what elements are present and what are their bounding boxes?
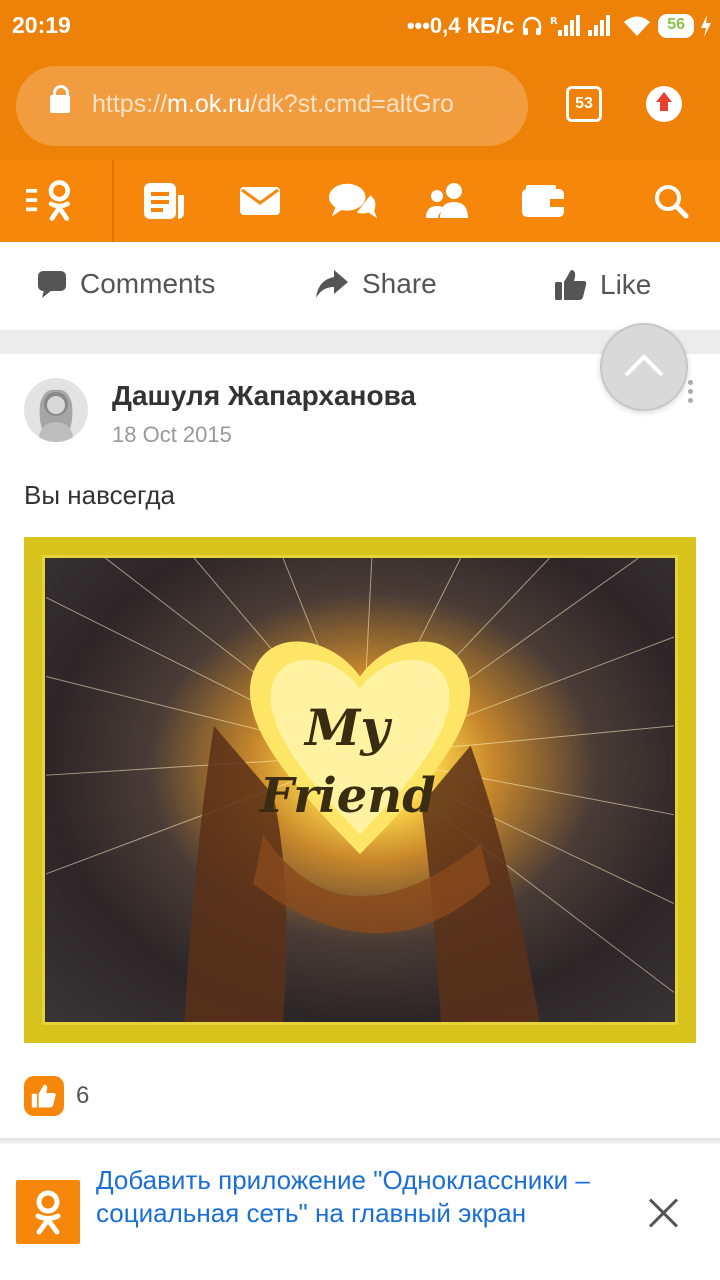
post-actions-bar: Comments Share Like <box>0 242 720 330</box>
nav-divider <box>112 160 114 242</box>
post-date: 18 Oct 2015 <box>112 422 232 447</box>
like-badge-icon <box>24 1076 64 1116</box>
url-path: /dk?st.cmd=altGro <box>250 90 454 118</box>
battery-indicator: 56 <box>658 14 694 38</box>
comments-label: Comments <box>80 268 216 299</box>
share-button[interactable]: Share <box>314 268 437 300</box>
thumbs-up-icon <box>555 270 587 300</box>
post-text: Вы навсегда <box>24 480 175 510</box>
share-label: Share <box>362 268 437 299</box>
url-text: https://m.ok.ru/dk?st.cmd=altGro <box>92 90 512 119</box>
avatar[interactable] <box>24 378 88 442</box>
browser-address-bar: https://m.ok.ru/dk?st.cmd=altGro 53 <box>0 52 720 160</box>
install-app-banner: Добавить приложение "Одноклассники – соц… <box>0 1144 720 1280</box>
image-text-my: My <box>305 698 390 757</box>
scroll-to-top-button[interactable] <box>600 323 688 411</box>
post-image-content: My Friend <box>42 555 678 1025</box>
svg-text:R: R <box>550 16 558 27</box>
wallet-icon[interactable] <box>518 178 568 224</box>
friends-icon[interactable] <box>424 178 474 224</box>
upload-icon[interactable] <box>646 86 682 122</box>
comments-button[interactable]: Comments <box>36 268 215 300</box>
status-time: 20:19 <box>12 12 71 38</box>
status-bar: 20:19 •••0,4 КБ/с R 56 <box>0 0 720 52</box>
charging-icon <box>701 15 711 37</box>
like-label: Like <box>600 269 652 300</box>
share-icon <box>316 270 348 298</box>
ok-nav-bar <box>0 160 720 242</box>
likes-summary[interactable]: 6 <box>24 1076 89 1116</box>
url-scheme: https:// <box>92 90 168 118</box>
url-field[interactable]: https://m.ok.ru/dk?st.cmd=altGro <box>16 66 528 146</box>
ok-logo-icon <box>16 1180 80 1244</box>
headphones-icon <box>522 16 542 35</box>
status-indicators: •••0,4 КБ/с R 56 <box>407 10 712 42</box>
signal-roaming-icon: R <box>550 15 581 36</box>
lock-icon <box>50 85 70 113</box>
post-author[interactable]: Дашуля Жапарханова <box>112 380 416 412</box>
comment-icon <box>38 271 66 298</box>
discussions-icon[interactable] <box>328 178 378 224</box>
chevron-up-icon <box>624 354 664 377</box>
tabs-button[interactable]: 53 <box>566 86 602 122</box>
messages-icon[interactable] <box>235 178 285 224</box>
feed-icon[interactable] <box>140 178 190 224</box>
close-icon[interactable] <box>646 1194 682 1230</box>
like-button[interactable]: Like <box>554 268 651 302</box>
url-host: m.ok.ru <box>167 90 251 118</box>
like-count: 6 <box>76 1082 90 1109</box>
wifi-icon <box>624 16 651 36</box>
network-speed: •••0,4 КБ/с <box>406 13 515 38</box>
add-to-home-link[interactable]: Добавить приложение "Одноклассники – соц… <box>96 1164 616 1230</box>
ok-menu-icon[interactable] <box>26 178 76 224</box>
search-icon[interactable] <box>646 178 696 224</box>
post-image[interactable]: My Friend <box>24 537 696 1043</box>
image-text-friend: Friend <box>260 768 436 824</box>
signal-icon <box>588 15 611 36</box>
